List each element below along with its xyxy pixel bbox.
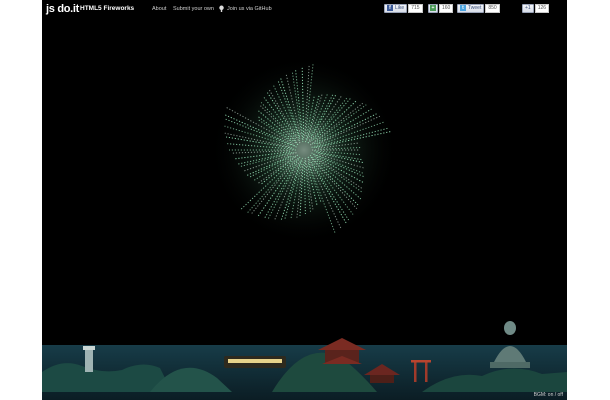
google-plus-button[interactable]: +1 xyxy=(522,3,534,13)
app-title: HTML5 Fireworks xyxy=(80,5,135,12)
nav-about-link[interactable]: About xyxy=(152,6,166,12)
firework-glow xyxy=(209,55,399,245)
fireworks-canvas xyxy=(42,55,567,400)
tweet-button[interactable]: t Tweet xyxy=(457,3,485,13)
google-plus-widget: +1 126 xyxy=(522,3,550,13)
top-bar: js do.it HTML5 Fireworks About Submit yo… xyxy=(42,0,567,18)
twitter-icon: t xyxy=(460,5,466,11)
plusone-count: 126 xyxy=(534,3,550,13)
nav-github-link[interactable]: Join us via GitHub xyxy=(227,6,272,12)
facebook-icon: f xyxy=(387,5,393,11)
fireworks-stage[interactable]: js do.it HTML5 Fireworks About Submit yo… xyxy=(42,0,567,400)
github-icon xyxy=(219,5,224,12)
share-button[interactable]: + xyxy=(428,3,438,13)
tweet-widget: t Tweet 850 xyxy=(457,3,500,13)
share-icon: + xyxy=(430,5,436,11)
like-count: 715 xyxy=(408,3,423,13)
google-plus-icon: +1 xyxy=(525,5,531,11)
like-label: Like xyxy=(395,5,405,11)
night-skyline xyxy=(42,321,567,400)
facebook-like-widget: f Like 715 xyxy=(384,3,423,13)
site-logo[interactable]: js do.it xyxy=(46,3,79,15)
tweet-count: 850 xyxy=(485,3,500,13)
bgm-toggle[interactable]: BGM: on / off xyxy=(534,392,563,398)
share-widget: + 160 xyxy=(428,3,454,13)
nav-submit-link[interactable]: Submit your own xyxy=(173,6,214,12)
share-count: 160 xyxy=(439,3,454,13)
facebook-like-button[interactable]: f Like xyxy=(384,3,408,13)
tweet-label: Tweet xyxy=(468,5,482,11)
